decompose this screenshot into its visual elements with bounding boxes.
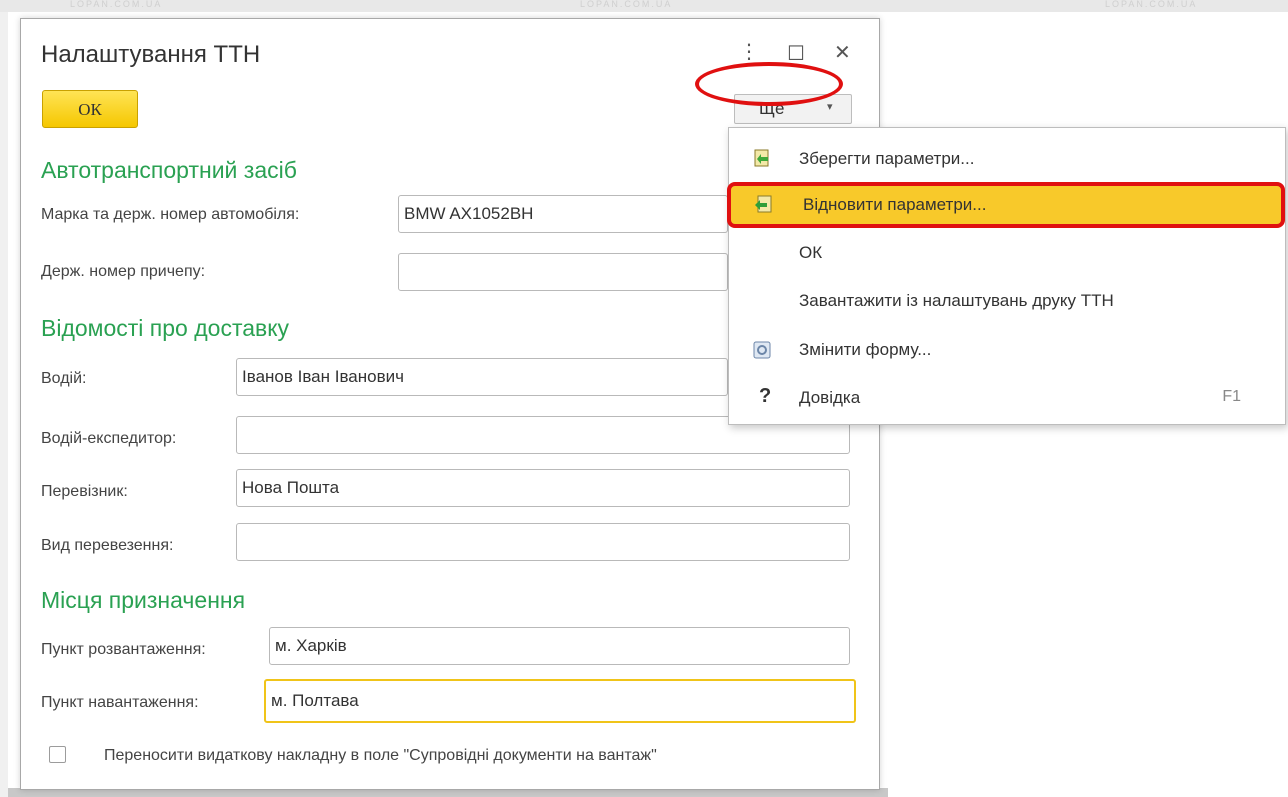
ok-button[interactable]: ОК	[42, 90, 138, 128]
save-settings-icon	[751, 148, 773, 170]
section-title-destination: Місця призначення	[41, 587, 246, 613]
more-actions-icon[interactable]: ⋮	[739, 39, 759, 64]
menu-item-save-settings[interactable]: Зберегти параметри...	[729, 136, 1285, 182]
transport-type-field[interactable]	[236, 523, 850, 561]
menu-item-label: Змінити форму...	[799, 340, 932, 359]
transport-type-label: Вид перевезення:	[41, 537, 174, 554]
vehicle-brand-field[interactable]: BMW AX1052BH	[398, 195, 728, 233]
watermark-text: LOPAN.COM.UA	[1105, 0, 1198, 9]
menu-item-help[interactable]: ? Довідка F1	[729, 375, 1285, 421]
change-form-icon	[751, 339, 773, 361]
maximize-icon[interactable]: ☐	[787, 41, 805, 66]
menu-item-label: Відновити параметри...	[803, 195, 987, 214]
more-button-label: Ще	[759, 99, 785, 118]
transfer-invoice-label: Переносити видаткову накладну в поле "Су…	[104, 747, 657, 764]
transfer-invoice-checkbox[interactable]	[49, 746, 66, 763]
watermark-text: LOPAN.COM.UA	[580, 0, 673, 9]
carrier-field[interactable]: Нова Пошта	[236, 469, 850, 507]
trailer-label: Держ. номер причепу:	[41, 263, 206, 280]
section-title-vehicle: Автотранспортний засіб	[41, 157, 297, 183]
close-icon[interactable]: ✕	[834, 40, 851, 65]
watermark-text: LOPAN.COM.UA	[70, 0, 163, 9]
section-title-delivery: Відомості про доставку	[41, 315, 290, 341]
trailer-number-field[interactable]	[398, 253, 728, 291]
forwarder-label: Водій-експедитор:	[41, 430, 177, 447]
menu-item-load-print-settings[interactable]: Завантажити із налаштувань друку ТТН	[729, 278, 1285, 324]
more-dropdown-menu: Зберегти параметри... Відновити параметр…	[727, 127, 1286, 425]
driver-label: Водій:	[41, 370, 87, 387]
unload-point-label: Пункт розвантаження:	[41, 641, 206, 658]
more-button[interactable]: Ще ▾	[734, 94, 852, 124]
menu-item-ok[interactable]: ОК	[729, 230, 1285, 276]
carrier-label: Перевізник:	[41, 483, 128, 500]
dialog-title: Налаштування ТТН	[41, 41, 261, 68]
brand-label: Марка та держ. номер автомобіля:	[41, 206, 300, 223]
menu-item-shortcut: F1	[1222, 388, 1241, 405]
background-left-edge	[0, 12, 8, 797]
menu-item-label: Довідка	[799, 388, 861, 407]
driver-field[interactable]: Іванов Іван Іванович	[236, 358, 728, 396]
restore-settings-icon	[753, 194, 775, 216]
menu-item-label: ОК	[799, 243, 823, 262]
help-icon: ?	[759, 385, 772, 407]
chevron-down-icon: ▾	[827, 101, 833, 113]
load-point-label: Пункт навантаження:	[41, 694, 199, 711]
menu-item-label: Зберегти параметри...	[799, 149, 975, 168]
menu-item-change-form[interactable]: Змінити форму...	[729, 327, 1285, 373]
menu-item-label: Завантажити із налаштувань друку ТТН	[799, 291, 1114, 310]
load-point-field[interactable]: м. Полтава	[264, 679, 856, 723]
unload-point-field[interactable]: м. Харків	[269, 627, 850, 665]
menu-item-restore-settings[interactable]: Відновити параметри...	[727, 182, 1285, 228]
